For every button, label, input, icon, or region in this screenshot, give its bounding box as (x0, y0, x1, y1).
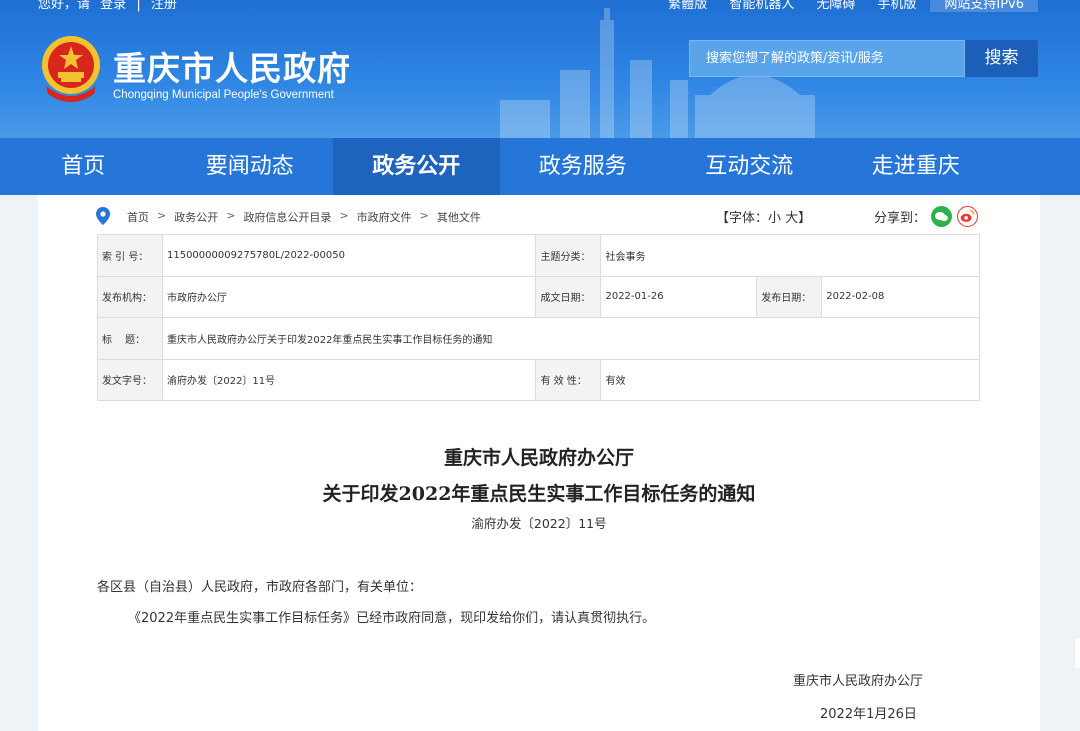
scrollbar-thumb[interactable] (1075, 638, 1080, 668)
breadcrumb-gov-affairs[interactable]: 政务公开 (174, 209, 218, 225)
breadcrumb-other-docs[interactable]: 其他文件 (437, 209, 481, 225)
site-title: 重庆市人民政府 (113, 49, 351, 88)
nav-about-chongqing[interactable]: 走进重庆 (833, 138, 1000, 195)
publish-date-value: 2022-02-08 (821, 275, 980, 318)
login-link[interactable]: 登录 (100, 0, 126, 12)
greeting-text: 您好，请 (38, 0, 91, 12)
breadcrumb-info-catalog[interactable]: 政府信息公开目录 (243, 209, 331, 225)
search-button[interactable]: 搜索 (965, 40, 1038, 77)
index-value: 11500000009275780L/2022-00050 (161, 234, 537, 277)
share-bar: 分享到： (874, 206, 979, 227)
site-subtitle: Chongqing Municipal People's Government (113, 89, 334, 101)
meta-row: 发文字号： 渝府办发〔2022〕11号 有 效 性： 有效 (97, 358, 980, 401)
national-emblem-icon (42, 36, 100, 102)
document-title-line1: 重庆市人民政府办公厅 (443, 447, 634, 469)
topic-value: 社会事务 (600, 234, 980, 277)
written-date-label: 成文日期： (535, 275, 602, 318)
document-body: 《2022年重点民生实事工作目标任务》已经市政府同意，现印发给你们，请认真贯彻执… (128, 611, 656, 626)
topic-label: 主题分类： (535, 234, 602, 277)
mobile-link[interactable]: 手机版 (877, 0, 916, 12)
search-input[interactable] (690, 41, 964, 76)
content-panel: 首页 > 政务公开 > 政府信息公开目录 > 市政府文件 > 其他文件 【字体：… (38, 195, 1040, 731)
document-sign-org: 重庆市人民政府办公厅 (793, 674, 924, 689)
title-label: 标 题： (97, 317, 163, 360)
register-link[interactable]: 注册 (151, 0, 177, 12)
document-addressee: 各区县（自治县）人民政府，市政府各部门，有关单位： (97, 580, 423, 595)
nav-gov-services[interactable]: 政务服务 (500, 138, 667, 195)
weibo-share-icon[interactable] (957, 206, 979, 227)
written-date-value: 2022-01-26 (600, 275, 758, 318)
breadcrumb-separator: > (419, 209, 429, 222)
topbar-divider: | (136, 0, 141, 12)
breadcrumb-separator: > (226, 209, 236, 222)
breadcrumb-separator: > (157, 209, 167, 222)
nav-gov-affairs[interactable]: 政务公开 (333, 138, 500, 195)
document-meta-table: 索 引 号： 11500000009275780L/2022-00050 主题分… (97, 234, 981, 401)
doc-number-label: 发文字号： (97, 358, 163, 401)
org-label: 发布机构： (97, 275, 163, 318)
breadcrumb: 首页 > 政务公开 > 政府信息公开目录 > 市政府文件 > 其他文件 (127, 209, 481, 225)
nav-news[interactable]: 要闻动态 (167, 138, 334, 195)
document-sign-date: 2022年1月26日 (820, 707, 917, 722)
font-size-toggle[interactable]: 【字体：小 大】 (716, 207, 811, 226)
top-utility-bar: 您好，请 登录 | 注册 繁體版 智能机器人 无障碍 手机版 网站支持IPv6 (0, 0, 1080, 13)
robot-link[interactable]: 智能机器人 (729, 0, 794, 12)
accessibility-link[interactable]: 无障碍 (816, 0, 855, 12)
traditional-chinese-link[interactable]: 繁體版 (668, 0, 707, 12)
meta-row: 标 题： 重庆市人民政府办公厅关于印发2022年重点民生实事工作目标任务的通知 (97, 317, 981, 360)
org-value: 市政府办公厅 (161, 275, 537, 318)
nav-home[interactable]: 首页 (0, 138, 167, 195)
nav-interaction[interactable]: 互动交流 (666, 138, 833, 195)
index-label: 索 引 号： (97, 234, 163, 277)
search-box (689, 40, 965, 77)
share-label: 分享到： (874, 211, 927, 226)
wechat-share-icon[interactable] (931, 206, 953, 227)
validity-label: 有 效 性： (535, 358, 602, 401)
document-number: 渝府办发〔2022〕11号 (471, 516, 607, 531)
location-pin-icon (96, 207, 110, 225)
breadcrumb-home[interactable]: 首页 (127, 209, 149, 225)
meta-row: 发布机构： 市政府办公厅 成文日期： 2022-01-26 发布日期： 2022… (97, 275, 980, 318)
site-header: 您好，请 登录 | 注册 繁體版 智能机器人 无障碍 手机版 网站支持IPv6 … (0, 0, 1080, 138)
document-title-line2: 关于印发2022年重点民生实事工作目标任务的通知 (322, 483, 756, 505)
publish-date-label: 发布日期： (756, 275, 823, 318)
validity-value: 有效 (600, 358, 980, 401)
breadcrumb-bar: 首页 > 政务公开 > 政府信息公开目录 > 市政府文件 > 其他文件 【字体：… (38, 195, 1040, 235)
doc-number-value: 渝府办发〔2022〕11号 (161, 358, 537, 401)
ipv6-badge: 网站支持IPv6 (930, 0, 1038, 12)
title-value: 重庆市人民政府办公厅关于印发2022年重点民生实事工作目标任务的通知 (161, 317, 981, 360)
breadcrumb-municipal-docs[interactable]: 市政府文件 (357, 209, 412, 225)
meta-row: 索 引 号： 11500000009275780L/2022-00050 主题分… (97, 234, 980, 277)
breadcrumb-separator: > (339, 209, 349, 222)
main-nav: 首页 要闻动态 政务公开 政务服务 互动交流 走进重庆 (0, 138, 1080, 195)
